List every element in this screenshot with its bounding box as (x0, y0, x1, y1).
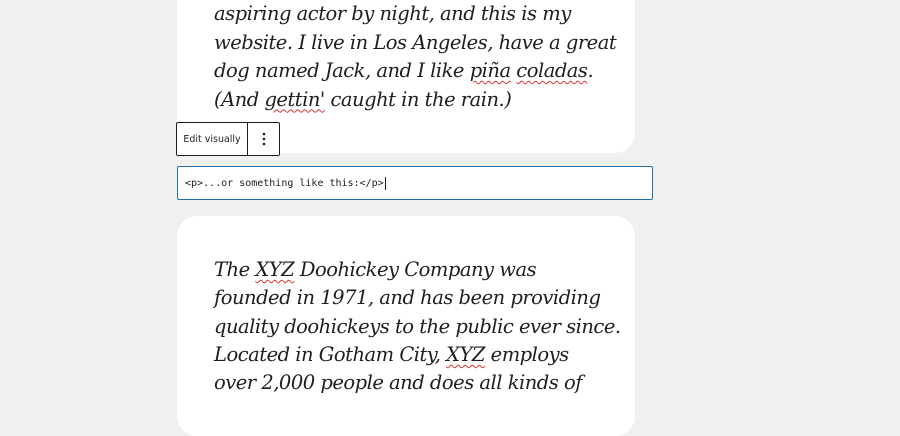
block-toolbar: Edit visually (176, 122, 280, 156)
text-run: employs (484, 342, 570, 366)
text-run: over 2,000 people and does all kinds of (214, 371, 582, 395)
text-caret (384, 176, 386, 190)
text-line: website. I live in Los Angeles, have a g… (214, 29, 625, 58)
text-run: Located in Gotham City, (214, 342, 447, 366)
text-run: caught in the rain.) (324, 87, 512, 111)
misspelled-word: coladas (516, 59, 588, 82)
text-line: quality doohickeys to the public ever si… (214, 313, 625, 341)
text-line: founded in 1971, and has been providing (214, 284, 625, 312)
text-run: founded in 1971, and has been providing (214, 286, 601, 310)
text-run: The (214, 258, 256, 281)
vertical-ellipsis-icon (262, 132, 265, 146)
text-run: (And (214, 87, 265, 111)
text-run: aspiring actor by night, and this is my (214, 2, 571, 25)
text-line: aspiring actor by night, and this is my (214, 0, 625, 29)
options-button[interactable] (248, 123, 279, 155)
text-run: Doohickey Company was (294, 258, 537, 281)
misspelled-word: XYZ (446, 342, 485, 366)
text-run: website. I live in Los Angeles, have a g… (214, 30, 617, 54)
misspelled-word: gettin' (264, 87, 325, 111)
text-run: quality doohickeys to the public ever si… (214, 314, 621, 338)
quote-paragraph-bottom[interactable]: The XYZ Doohickey Company was founded in … (214, 256, 625, 397)
quote-paragraph-top[interactable]: aspiring actor by night, and this is my w… (214, 0, 625, 114)
text-line: The XYZ Doohickey Company was (214, 256, 625, 284)
quote-block-bottom[interactable]: The XYZ Doohickey Company was founded in … (177, 216, 635, 436)
text-line: Located in Gotham City, XYZ employs (214, 341, 625, 369)
text-line: (And gettin' caught in the rain.) (214, 86, 625, 115)
misspelled-word: piña (469, 59, 511, 82)
html-editor-input[interactable]: <p>...or something like this:</p> (177, 166, 653, 200)
text-run: . (587, 59, 594, 82)
text-line: over 2,000 people and does all kinds of (214, 369, 625, 397)
text-line: dog named Jack, and I like piña coladas. (214, 57, 625, 86)
html-editor-value: <p>...or something like this:</p> (185, 177, 384, 189)
edit-visually-button[interactable]: Edit visually (177, 123, 248, 155)
text-run: dog named Jack, and I like (214, 59, 470, 82)
misspelled-word: XYZ (255, 258, 295, 281)
